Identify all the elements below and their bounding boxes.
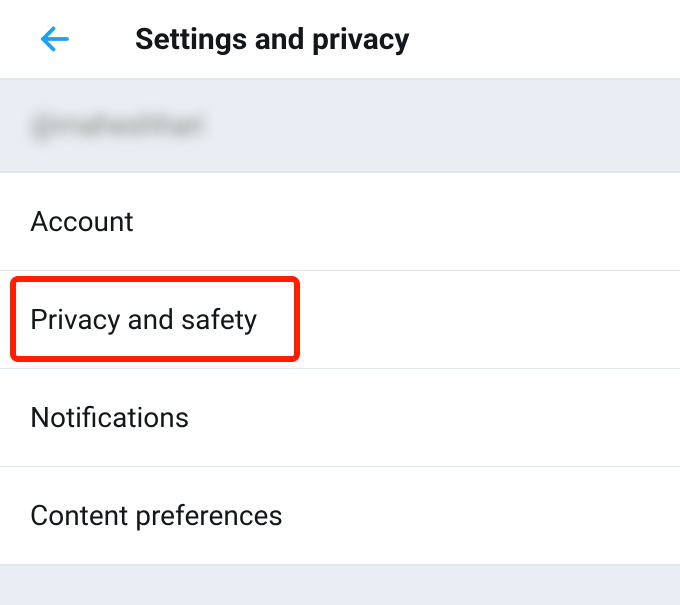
list-item-notifications[interactable]: Notifications <box>0 369 680 467</box>
username-handle: @maheshhari <box>30 108 203 143</box>
settings-list: Account Privacy and safety Notifications… <box>0 173 680 565</box>
arrow-left-icon <box>37 21 73 57</box>
list-item-label: Content preferences <box>30 499 283 532</box>
list-item-account[interactable]: Account <box>0 173 680 271</box>
page-title: Settings and privacy <box>135 22 410 57</box>
header: Settings and privacy <box>0 0 680 78</box>
list-item-label: Notifications <box>30 401 189 434</box>
back-button[interactable] <box>30 14 80 64</box>
list-item-label: Account <box>30 205 134 238</box>
list-item-privacy-and-safety[interactable]: Privacy and safety <box>0 271 680 369</box>
list-item-label: Privacy and safety <box>30 303 257 336</box>
username-section[interactable]: @maheshhari <box>0 78 680 173</box>
list-item-content-preferences[interactable]: Content preferences <box>0 467 680 565</box>
footer-space <box>0 565 680 605</box>
